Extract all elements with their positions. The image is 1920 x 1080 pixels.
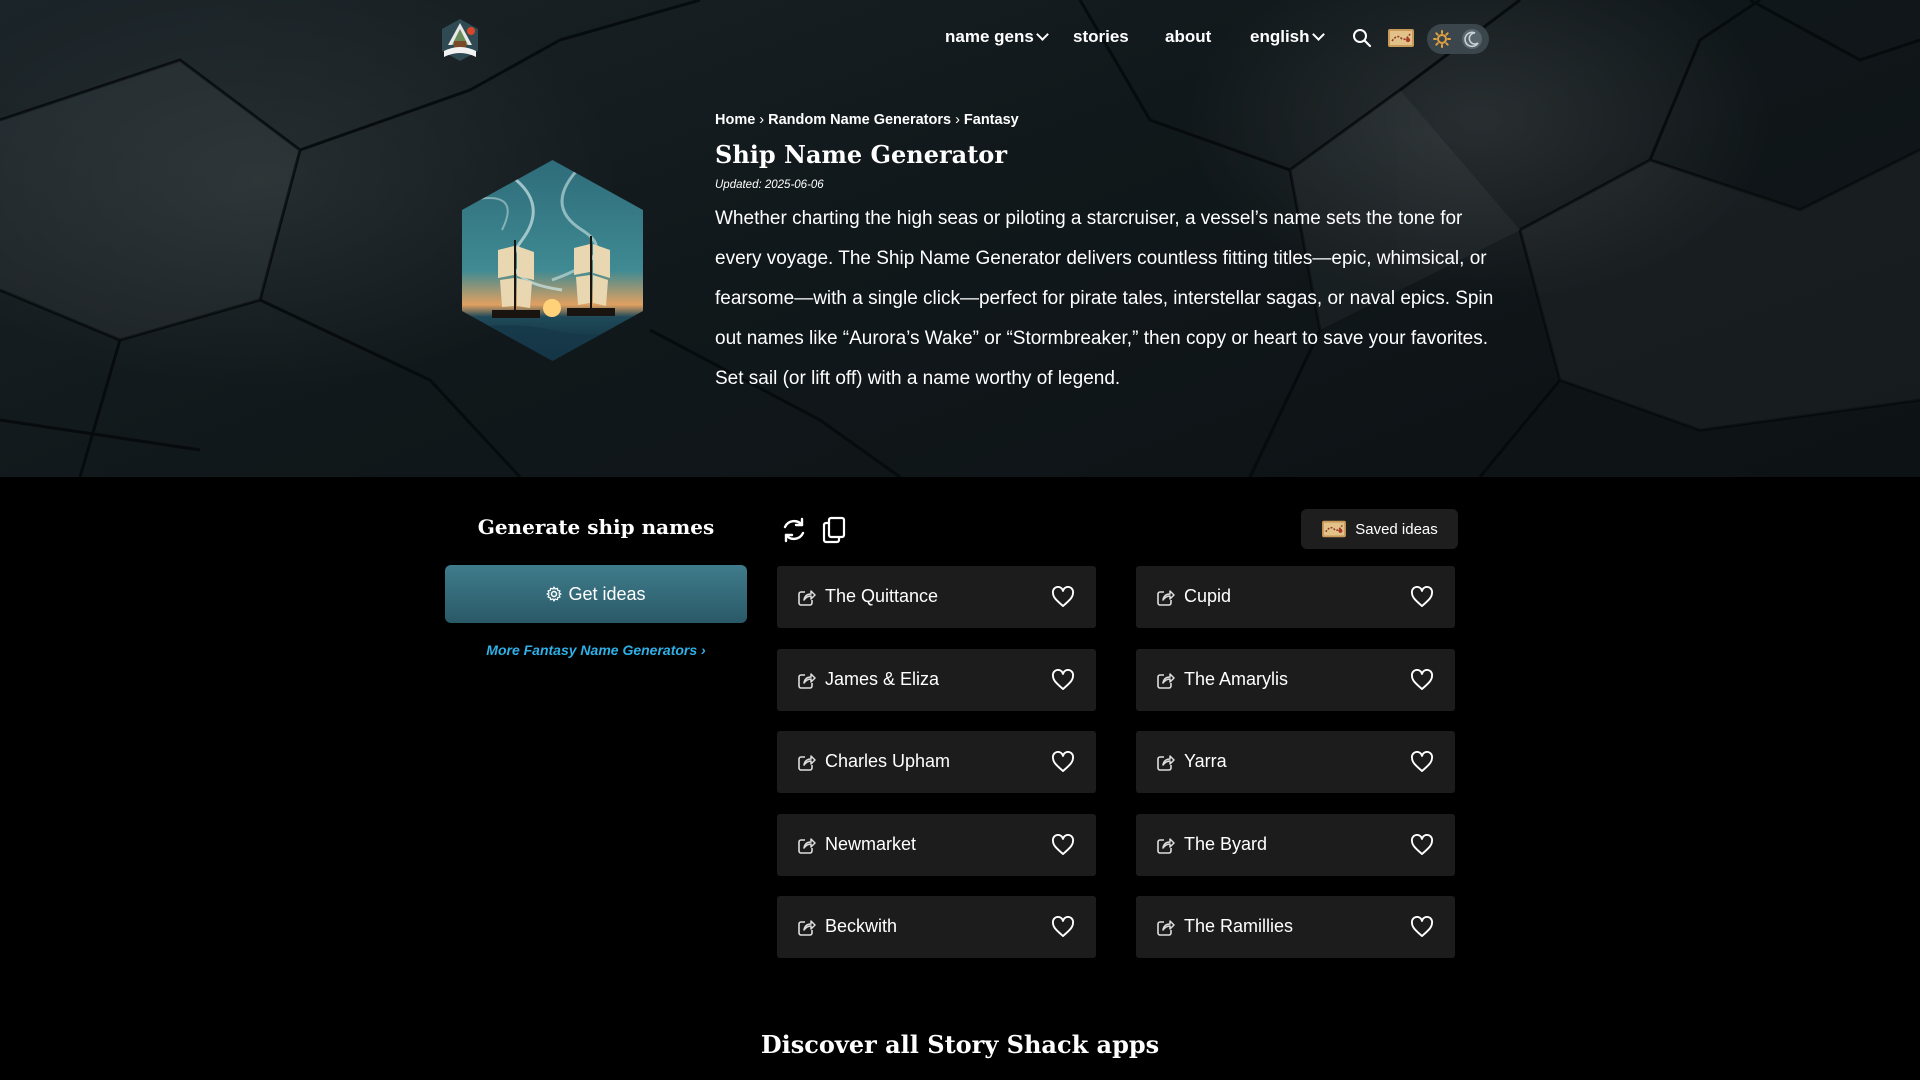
nav-about[interactable]: about [1165, 27, 1211, 51]
share-icon[interactable] [1157, 672, 1175, 689]
generated-name: The Ramillies [1184, 916, 1294, 936]
share-icon[interactable] [1157, 589, 1175, 606]
heart-icon[interactable] [1051, 586, 1075, 608]
breadcrumb-random-name-generators[interactable]: Random Name Generators [768, 112, 951, 128]
breadcrumb-separator: › [759, 112, 765, 128]
generated-name: Charles Upham [825, 751, 951, 771]
saved-ideas-map-icon[interactable] [1387, 26, 1415, 50]
intro-paragraph: Whether charting the high seas or piloti… [715, 208, 1494, 389]
nav-stories-label: stories [1073, 27, 1129, 46]
copy-all-icon[interactable] [822, 516, 846, 544]
name-card[interactable]: The Byard [1136, 814, 1455, 876]
generated-name: The Quittance [825, 586, 939, 606]
heart-icon[interactable] [1410, 834, 1434, 856]
gear-icon [546, 586, 563, 602]
treasure-map-icon [1322, 520, 1347, 538]
theme-toggle[interactable] [1427, 24, 1489, 54]
generated-name: Beckwith [825, 916, 898, 936]
generated-name: The Amarylis [1184, 669, 1289, 689]
nav-name-gens-label: name gens [945, 27, 1034, 46]
generated-name: Newmarket [825, 834, 917, 854]
share-icon[interactable] [798, 672, 816, 689]
refresh-icon[interactable] [780, 516, 808, 544]
generated-name: James & Eliza [825, 669, 940, 689]
share-icon[interactable] [798, 919, 816, 936]
moon-icon [1462, 29, 1482, 49]
ship-illustration-hexagon [462, 160, 643, 361]
breadcrumb: Home › Random Name Generators › Fantasy [715, 112, 1019, 128]
name-card[interactable]: Cupid [1136, 566, 1455, 628]
heart-icon[interactable] [1051, 834, 1075, 856]
share-icon[interactable] [798, 754, 816, 771]
generated-name: The Byard [1184, 834, 1268, 854]
share-icon[interactable] [1157, 837, 1175, 854]
name-card[interactable]: The Amarylis [1136, 649, 1455, 711]
page-title: Ship Name Generator [715, 140, 1007, 169]
discover-apps-heading: Discover all Story Shack apps [760, 1030, 1160, 1059]
heart-icon[interactable] [1410, 669, 1434, 691]
name-card[interactable]: Charles Upham [777, 731, 1096, 793]
story-shack-logo[interactable] [438, 17, 482, 63]
nav-language-label: english [1250, 27, 1310, 46]
nav-language-select[interactable]: english [1250, 27, 1325, 51]
chevron-down-icon [1311, 28, 1325, 41]
heart-icon[interactable] [1410, 586, 1434, 608]
more-fantasy-generators-link[interactable]: More Fantasy Name Generators › [445, 642, 747, 658]
breadcrumb-separator: › [955, 112, 960, 128]
name-card[interactable]: Yarra [1136, 731, 1455, 793]
search-icon[interactable] [1352, 28, 1372, 48]
share-icon[interactable] [798, 589, 816, 606]
name-card[interactable]: Beckwith [777, 896, 1096, 958]
heart-icon[interactable] [1051, 916, 1075, 938]
saved-ideas-button[interactable]: Saved ideas [1301, 509, 1458, 549]
breadcrumb-home[interactable]: Home [715, 112, 755, 128]
name-card[interactable]: James & Eliza [777, 649, 1096, 711]
updated-date: Updated: 2025-06-06 [715, 179, 824, 191]
nav-stories[interactable]: stories [1073, 27, 1129, 51]
get-ideas-button[interactable]: Get ideas [445, 565, 747, 623]
share-icon[interactable] [798, 837, 816, 854]
generator-heading: Generate ship names [477, 515, 715, 539]
name-card[interactable]: The Ramillies [1136, 896, 1455, 958]
nav-about-label: about [1165, 27, 1212, 46]
share-icon[interactable] [1157, 754, 1175, 771]
generated-name: Yarra [1184, 751, 1227, 771]
share-icon[interactable] [1157, 919, 1175, 936]
heart-icon[interactable] [1410, 751, 1434, 773]
name-card[interactable]: The Quittance [777, 566, 1096, 628]
get-ideas-label: Get ideas [568, 583, 646, 604]
generated-name: Cupid [1184, 586, 1232, 606]
saved-ideas-label: Saved ideas [1355, 520, 1438, 538]
sun-icon [1433, 30, 1451, 48]
nav-name-gens[interactable]: name gens [945, 27, 1049, 51]
chevron-down-icon [1035, 28, 1049, 41]
breadcrumb-fantasy[interactable]: Fantasy [964, 112, 1019, 128]
name-card[interactable]: Newmarket [777, 814, 1096, 876]
heart-icon[interactable] [1410, 916, 1434, 938]
heart-icon[interactable] [1051, 669, 1075, 691]
heart-icon[interactable] [1051, 751, 1075, 773]
